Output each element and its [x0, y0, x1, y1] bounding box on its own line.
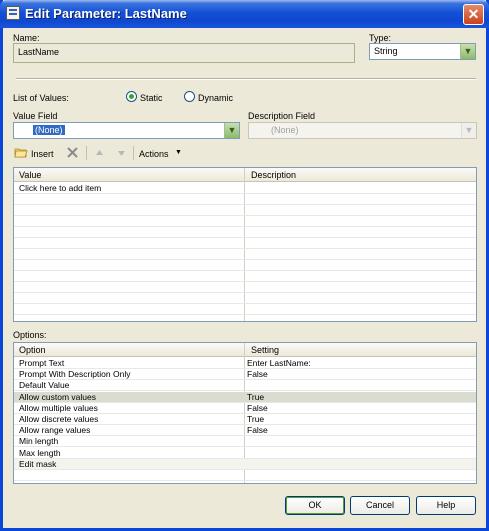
- description-field-value: (None): [271, 125, 299, 135]
- window-title: Edit Parameter: LastName: [25, 6, 187, 21]
- option-setting-cell[interactable]: True: [247, 392, 264, 403]
- toolbar-separator: [133, 146, 134, 160]
- table-row[interactable]: [14, 470, 476, 481]
- chevron-down-icon[interactable]: ▼: [175, 149, 182, 156]
- name-label: Name:: [13, 33, 40, 43]
- option-name-cell: Default Value: [19, 380, 70, 391]
- value-field-label: Value Field: [13, 111, 58, 121]
- cancel-button[interactable]: Cancel: [350, 496, 410, 515]
- name-field[interactable]: LastName: [13, 43, 355, 63]
- static-radio-label[interactable]: Static: [140, 93, 163, 103]
- divider: [16, 78, 476, 80]
- option-setting-cell[interactable]: True: [247, 414, 264, 425]
- table-row[interactable]: [14, 293, 476, 304]
- type-select[interactable]: String ▼: [369, 43, 476, 60]
- description-field-select: (None) ▼: [248, 122, 477, 139]
- help-button[interactable]: Help: [416, 496, 476, 515]
- option-name-cell: Allow discrete values: [19, 414, 99, 424]
- delete-x-icon[interactable]: [67, 147, 78, 158]
- option-name-cell: Allow custom values: [19, 391, 97, 402]
- options-grid-header: Option Setting: [14, 343, 476, 357]
- table-row[interactable]: [14, 315, 476, 321]
- option-setting-cell[interactable]: False: [247, 369, 268, 380]
- table-row[interactable]: [14, 304, 476, 315]
- table-row[interactable]: [14, 194, 476, 205]
- table-row[interactable]: Min length: [14, 436, 476, 448]
- table-row[interactable]: [14, 249, 476, 260]
- table-row[interactable]: [14, 282, 476, 293]
- option-name-cell: Min length: [19, 436, 59, 447]
- insert-button[interactable]: Insert: [31, 149, 54, 159]
- table-row[interactable]: [14, 271, 476, 282]
- table-row[interactable]: Prompt With Description Only False: [14, 369, 476, 381]
- table-row[interactable]: Allow multiple values False: [14, 403, 476, 414]
- dropdown-arrow-icon[interactable]: ▼: [224, 123, 239, 138]
- column-header-value: Value: [19, 170, 42, 180]
- table-row[interactable]: Allow range values False: [14, 425, 476, 437]
- value-cell[interactable]: Click here to add item: [19, 183, 101, 194]
- option-setting-cell[interactable]: False: [247, 403, 268, 414]
- value-field-value: (None): [33, 125, 65, 135]
- type-select-value: String: [374, 46, 398, 56]
- table-row[interactable]: Allow discrete values True: [14, 414, 476, 425]
- type-label: Type:: [369, 33, 392, 43]
- dropdown-arrow-icon[interactable]: ▼: [460, 44, 475, 59]
- actions-menu[interactable]: Actions: [139, 149, 169, 159]
- table-row[interactable]: [14, 227, 476, 238]
- description-field-label: Description Field: [248, 111, 316, 121]
- table-row[interactable]: Edit mask: [14, 458, 476, 470]
- table-row[interactable]: Max length: [14, 448, 476, 459]
- table-row[interactable]: [14, 260, 476, 271]
- option-name-cell: Prompt Text: [19, 358, 65, 368]
- options-label: Options:: [13, 330, 47, 340]
- table-row[interactable]: [14, 216, 476, 227]
- arrow-up-icon[interactable]: [95, 149, 104, 157]
- column-header-description: Description: [251, 170, 297, 180]
- table-row[interactable]: Prompt Text Enter LastName:: [14, 358, 476, 369]
- close-button[interactable]: ✕: [463, 4, 484, 25]
- dynamic-radio-label[interactable]: Dynamic: [198, 93, 233, 103]
- arrow-down-icon[interactable]: [117, 149, 126, 157]
- option-name-cell: Allow multiple values: [19, 402, 98, 413]
- option-setting-cell[interactable]: False: [247, 425, 268, 436]
- dropdown-arrow-icon: ▼: [461, 123, 476, 138]
- table-row[interactable]: [14, 205, 476, 216]
- value-field-select[interactable]: (None) ▼: [13, 122, 240, 139]
- option-name-cell: Allow range values: [19, 425, 91, 436]
- dynamic-radio[interactable]: [184, 91, 195, 102]
- column-header-option: Option: [19, 345, 46, 355]
- toolbar-separator: [86, 146, 87, 160]
- table-row[interactable]: Default Value: [14, 380, 476, 392]
- option-name-cell: Prompt With Description Only: [19, 369, 131, 380]
- table-row[interactable]: Click here to add item: [14, 183, 476, 194]
- option-name-cell: Edit mask: [19, 458, 57, 469]
- table-row[interactable]: Allow custom values True: [14, 391, 476, 403]
- values-grid[interactable]: Value Description Click here to add item: [13, 167, 477, 322]
- title-bar[interactable]: Edit Parameter: LastName ✕: [0, 0, 489, 28]
- insert-folder-icon: [14, 146, 28, 158]
- table-row[interactable]: [14, 238, 476, 249]
- window-icon: [6, 6, 20, 20]
- option-name-cell: Max length: [19, 447, 61, 458]
- dialog-window: Edit Parameter: LastName ✕ Name: LastNam…: [0, 0, 489, 531]
- ok-button[interactable]: OK: [285, 496, 345, 515]
- static-radio[interactable]: [126, 91, 137, 102]
- column-header-setting: Setting: [251, 345, 280, 355]
- values-grid-header: Value Description: [14, 168, 476, 182]
- list-of-values-label: List of Values:: [13, 93, 69, 103]
- option-setting-cell[interactable]: Enter LastName:: [247, 358, 311, 369]
- options-grid[interactable]: Option Setting Prompt Text Enter LastName…: [13, 342, 477, 484]
